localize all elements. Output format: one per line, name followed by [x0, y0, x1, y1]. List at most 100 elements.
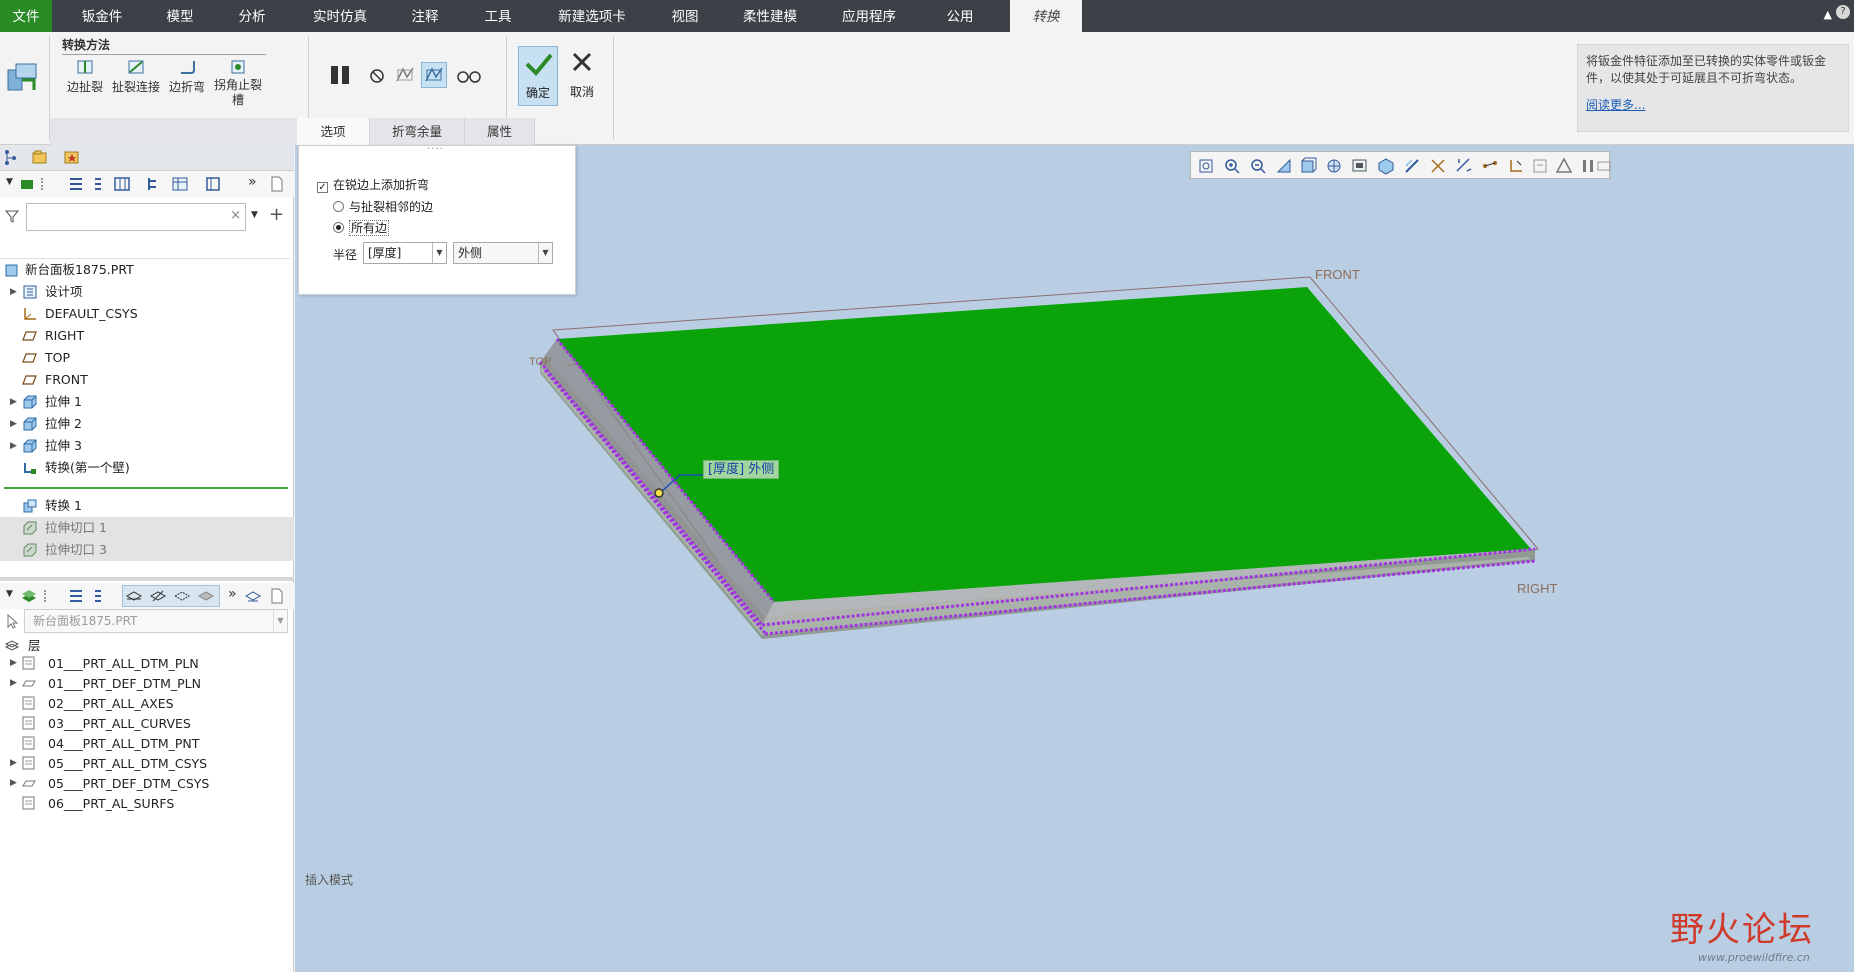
datum-label-front[interactable]: FRONT — [1315, 267, 1360, 282]
layer-item[interactable]: ▶ 05___PRT_DEF_DTM_CSYS — [0, 775, 294, 792]
datum-label-top[interactable]: TOP — [529, 356, 551, 368]
clear-search-icon[interactable]: × — [230, 208, 241, 223]
radio-on-icon[interactable] — [333, 222, 344, 233]
menu-tab-file[interactable]: 文件 — [0, 0, 52, 32]
tab-properties[interactable]: 属性 — [465, 118, 535, 145]
layer-hide-icon[interactable] — [149, 588, 167, 604]
expand-arrow-icon[interactable]: ▶ — [10, 755, 17, 772]
rip-connect-button[interactable]: 扯裂连接 — [108, 58, 164, 95]
search-dropdown-icon[interactable]: ▼ — [251, 210, 258, 220]
layers-icon[interactable] — [20, 588, 38, 604]
radio-adjacent-edges[interactable]: 与扯裂相邻的边 — [333, 198, 433, 215]
tree-item-convert-first-wall[interactable]: 转换(第一个壁) — [0, 457, 294, 479]
menu-tab-common[interactable]: 公用 — [928, 0, 992, 32]
sheetmetal-icon[interactable] — [20, 177, 34, 191]
list-compact-icon[interactable] — [93, 176, 103, 192]
add-filter-icon[interactable]: + — [269, 204, 284, 225]
menu-tab-model[interactable]: 模型 — [150, 0, 210, 32]
menu-tab-convert[interactable]: 转换 — [1010, 0, 1082, 32]
layer-isolate-icon[interactable] — [173, 588, 191, 604]
tree-item-extrude-1[interactable]: ▶ 拉伸 1 — [0, 391, 294, 413]
list-icon[interactable] — [68, 588, 84, 604]
dimension-label[interactable]: [厚度] 外侧 — [703, 460, 780, 479]
read-more-link[interactable]: 阅读更多... — [1586, 97, 1840, 114]
folder-browser-tab-icon[interactable] — [32, 149, 48, 169]
more-tools-icon[interactable]: » — [228, 586, 237, 602]
columns-icon[interactable] — [114, 176, 130, 192]
expand-arrow-icon[interactable]: ▶ — [10, 413, 17, 435]
layer-item[interactable]: ▶ 05___PRT_ALL_DTM_CSYS — [0, 755, 294, 772]
chevron-down-icon[interactable]: ▼ — [432, 243, 446, 263]
layer-item[interactable]: 04___PRT_ALL_DTM_PNT — [0, 735, 294, 752]
select-arrow-icon[interactable] — [5, 613, 19, 629]
layer-model-combo[interactable]: 新台面板1875.PRT ▼ — [24, 609, 288, 633]
pause-button[interactable] — [329, 63, 353, 87]
table-icon[interactable] — [172, 176, 188, 192]
chevron-down-icon[interactable]: ▼ — [538, 243, 552, 263]
glasses-button[interactable] — [455, 67, 483, 85]
combo-dropdown-icon[interactable]: ▼ — [273, 610, 287, 632]
preview-button[interactable] — [394, 64, 416, 86]
datum-label-right[interactable]: RIGHT — [1517, 581, 1558, 596]
tree-item-top[interactable]: TOP — [0, 347, 294, 369]
radius-combo[interactable]: [厚度] ▼ — [363, 242, 447, 264]
insert-here-marker[interactable] — [4, 487, 288, 489]
document-icon[interactable] — [270, 176, 284, 192]
filter-icon[interactable] — [5, 209, 19, 223]
layer-item[interactable]: ▶ 01___PRT_DEF_DTM_PLN — [0, 675, 294, 692]
model-tree-tab-icon[interactable] — [4, 149, 18, 169]
add-bends-checkbox[interactable]: ✓ 在锐边上添加折弯 — [317, 176, 429, 193]
edge-rip-button[interactable]: 边扯裂 — [60, 58, 110, 95]
confirm-button[interactable]: 确定 — [518, 46, 558, 106]
layer-properties-icon[interactable] — [244, 588, 262, 604]
tree-columns-icon[interactable] — [205, 176, 221, 192]
expand-arrow-icon[interactable]: ▶ — [10, 655, 17, 672]
tree-item-convert-1[interactable]: 转换 1 — [0, 495, 294, 517]
menu-tab-analysis[interactable]: 分析 — [222, 0, 282, 32]
list-compact-icon[interactable] — [93, 588, 103, 604]
expand-arrow-icon[interactable]: ▶ — [10, 775, 17, 792]
tab-options[interactable]: 选项 — [297, 118, 370, 145]
expand-arrow-icon[interactable]: ▶ — [10, 281, 17, 303]
layer-item[interactable]: 03___PRT_ALL_CURVES — [0, 715, 294, 732]
tab-bend-allowance[interactable]: 折弯余量 — [370, 118, 465, 145]
menu-tab-annotate[interactable]: 注释 — [395, 0, 455, 32]
radio-off-icon[interactable] — [333, 201, 344, 212]
no-preview-button[interactable] — [368, 67, 386, 85]
menu-tab-applications[interactable]: 应用程序 — [827, 0, 911, 32]
expand-arrow-icon[interactable]: ▶ — [10, 435, 17, 457]
menu-tab-view[interactable]: 视图 — [655, 0, 715, 32]
edge-bend-button[interactable]: 边折弯 — [162, 58, 212, 95]
help-icon[interactable]: ? — [1836, 5, 1850, 19]
panel-splitter[interactable] — [0, 577, 294, 581]
layer-show-icon[interactable] — [125, 588, 143, 604]
favorites-tab-icon[interactable] — [64, 149, 80, 169]
menu-tab-sheetmetal[interactable]: 钣金件 — [66, 0, 138, 32]
tree-search-input[interactable]: × — [26, 203, 246, 231]
tree-menu-chevron-icon[interactable]: ▼ — [6, 177, 13, 187]
cancel-button[interactable]: 取消 — [562, 46, 602, 106]
layer-item[interactable]: ▶ 01___PRT_ALL_DTM_PLN — [0, 655, 294, 672]
radio-all-edges[interactable]: 所有边 — [333, 219, 390, 236]
menu-tab-new-tab[interactable]: 新建选项卡 — [546, 0, 638, 32]
tree-item-design-items[interactable]: ▶ 设计项 — [0, 281, 294, 303]
expand-arrow-icon[interactable]: ▶ — [10, 391, 17, 413]
tree-item-extrude-2[interactable]: ▶ 拉伸 2 — [0, 413, 294, 435]
more-tools-icon[interactable]: » — [248, 174, 257, 190]
tree-filter-icon[interactable] — [146, 176, 162, 192]
checkbox-checked-icon[interactable]: ✓ — [317, 182, 328, 193]
tree-item-default-csys[interactable]: DEFAULT_CSYS — [0, 303, 294, 325]
tree-item-extrude-cut-3[interactable]: 拉伸切口 3 — [0, 539, 294, 561]
tree-item-right[interactable]: RIGHT — [0, 325, 294, 347]
side-combo[interactable]: 外侧 ▼ — [453, 242, 553, 264]
flyout-grip-icon[interactable]: ···· — [427, 144, 444, 155]
layer-item[interactable]: 06___PRT_AL_SURFS — [0, 795, 294, 812]
layer-menu-chevron-icon[interactable]: ▼ — [6, 589, 13, 599]
verify-button[interactable] — [421, 62, 447, 88]
menu-tab-simulation[interactable]: 实时仿真 — [300, 0, 380, 32]
collapse-ribbon-icon[interactable]: ▲ — [1824, 8, 1832, 21]
menu-tab-tools[interactable]: 工具 — [468, 0, 528, 32]
tree-item-extrude-3[interactable]: ▶ 拉伸 3 — [0, 435, 294, 457]
layer-hidden-items-icon[interactable] — [197, 588, 215, 604]
tree-item-part[interactable]: 新台面板1875.PRT — [0, 259, 294, 281]
